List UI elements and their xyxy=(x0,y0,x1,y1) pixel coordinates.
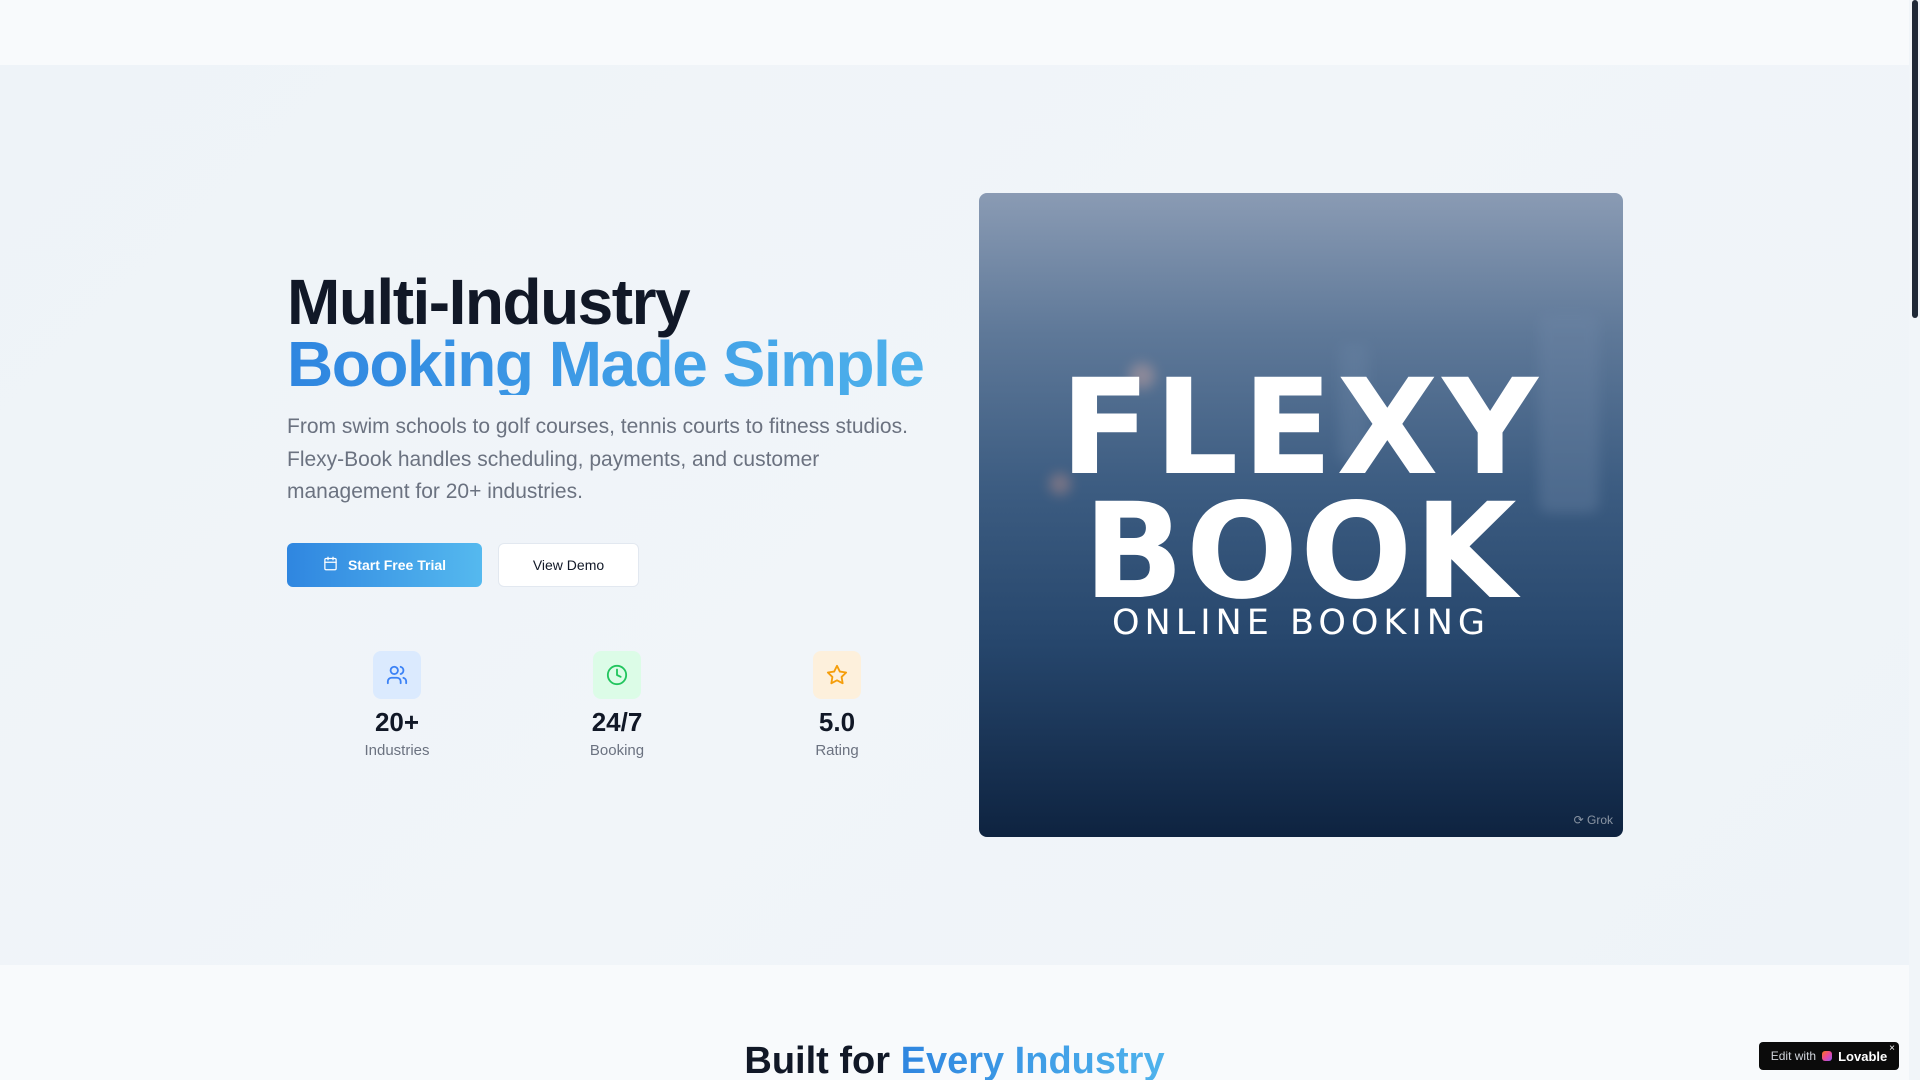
star-icon xyxy=(813,650,861,699)
section-title-accent: Every Industry xyxy=(900,1040,1165,1080)
users-icon xyxy=(373,650,421,699)
hero-logo-image: FLEXY BOOK ONLINE BOOKING ⟳ Grok xyxy=(979,193,1623,837)
page-scrollbar[interactable] xyxy=(1909,0,1920,1080)
stat-value: 24/7 xyxy=(591,706,643,737)
stat-booking: 24/7 Booking xyxy=(507,650,727,759)
stat-label: Booking xyxy=(589,741,645,759)
stat-industries: 20+ Industries xyxy=(287,650,507,759)
watermark-label: Grok xyxy=(1586,813,1613,827)
edit-with-lovable-badge[interactable]: Edit with Lovable × xyxy=(1759,1042,1899,1070)
view-demo-button[interactable]: View Demo xyxy=(498,542,639,587)
calendar-icon xyxy=(323,556,338,574)
headline-line-2: Booking Made Simple xyxy=(287,332,947,396)
start-free-trial-button[interactable]: Start Free Trial xyxy=(287,542,482,587)
hero-section: Multi-Industry Booking Made Simple From … xyxy=(0,65,1909,965)
logo-line-2: BOOK xyxy=(1083,475,1519,629)
top-navigation-bar xyxy=(0,0,1909,65)
logo-line-1: FLEXY xyxy=(1060,351,1542,505)
hero-content: Multi-Industry Booking Made Simple From … xyxy=(287,266,947,759)
cta-row: Start Free Trial View Demo xyxy=(287,542,947,587)
grok-watermark: ⟳ Grok xyxy=(1574,813,1613,827)
start-free-trial-label: Start Free Trial xyxy=(347,556,447,573)
stat-label: Industries xyxy=(364,741,430,759)
headline-line-1: Multi-Industry xyxy=(287,266,691,338)
clock-icon xyxy=(593,650,641,699)
lovable-logo-icon xyxy=(1822,1051,1833,1061)
section-title-prefix: Built for xyxy=(744,1040,891,1080)
close-icon[interactable]: × xyxy=(1889,1043,1895,1054)
hero-headline: Multi-Industry Booking Made Simple xyxy=(287,266,947,396)
stats-row: 20+ Industries 24/7 Booking 5.0 Rating xyxy=(287,650,947,759)
scrollbar-thumb[interactable] xyxy=(1912,0,1918,318)
grok-icon: ⟳ xyxy=(1573,813,1584,827)
industries-section-title: Built for Every Industry xyxy=(0,1040,1909,1080)
lovable-brand: Lovable xyxy=(1838,1048,1888,1064)
logo-tagline: ONLINE BOOKING xyxy=(1111,603,1491,643)
stat-label: Rating xyxy=(815,741,859,759)
hero-subtitle: From swim schools to golf courses, tenni… xyxy=(287,415,908,503)
stat-value: 20+ xyxy=(374,706,420,737)
stat-value: 5.0 xyxy=(818,706,856,737)
edit-label: Edit with xyxy=(1770,1049,1817,1063)
stat-rating: 5.0 Rating xyxy=(727,650,947,759)
